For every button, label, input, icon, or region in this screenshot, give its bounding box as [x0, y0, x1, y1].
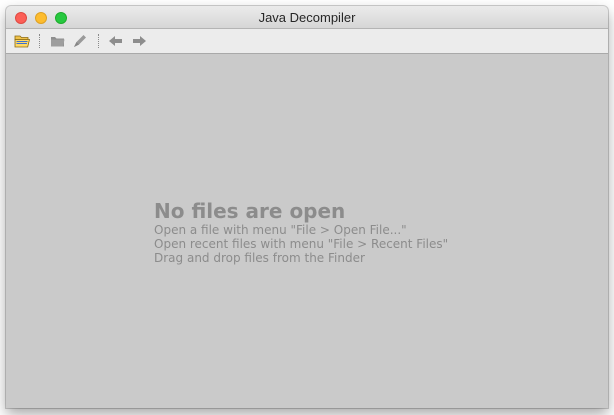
search-brush-icon [73, 35, 86, 47]
hint-drag-drop: Drag and drop files from the Finder [154, 251, 365, 265]
toolbar-separator [39, 34, 40, 48]
hint-open-file: Open a file with menu "File > Open File.… [154, 223, 407, 237]
forward-button[interactable] [130, 33, 148, 49]
open-folder-icon [14, 35, 30, 48]
open-type-icon [50, 37, 64, 47]
empty-state-title: No files are open [154, 199, 346, 223]
search-button[interactable] [70, 33, 88, 49]
empty-state-message: No files are open Open a file with menu … [154, 199, 448, 265]
toolbar-separator [98, 34, 99, 48]
open-file-button[interactable] [13, 33, 31, 49]
open-type-button[interactable] [48, 33, 66, 49]
arrow-right-icon [133, 36, 146, 46]
window-title: Java Decompiler [258, 10, 356, 25]
title-bar[interactable]: Java Decompiler [6, 6, 608, 29]
toolbar [6, 29, 608, 54]
app-window: Java Decompiler No files are open Open a… [6, 6, 608, 408]
main-content[interactable]: No files are open Open a file with menu … [6, 54, 608, 408]
hint-recent-files: Open recent files with menu "File > Rece… [154, 237, 449, 251]
back-button[interactable] [107, 33, 125, 49]
arrow-left-icon [109, 36, 122, 46]
